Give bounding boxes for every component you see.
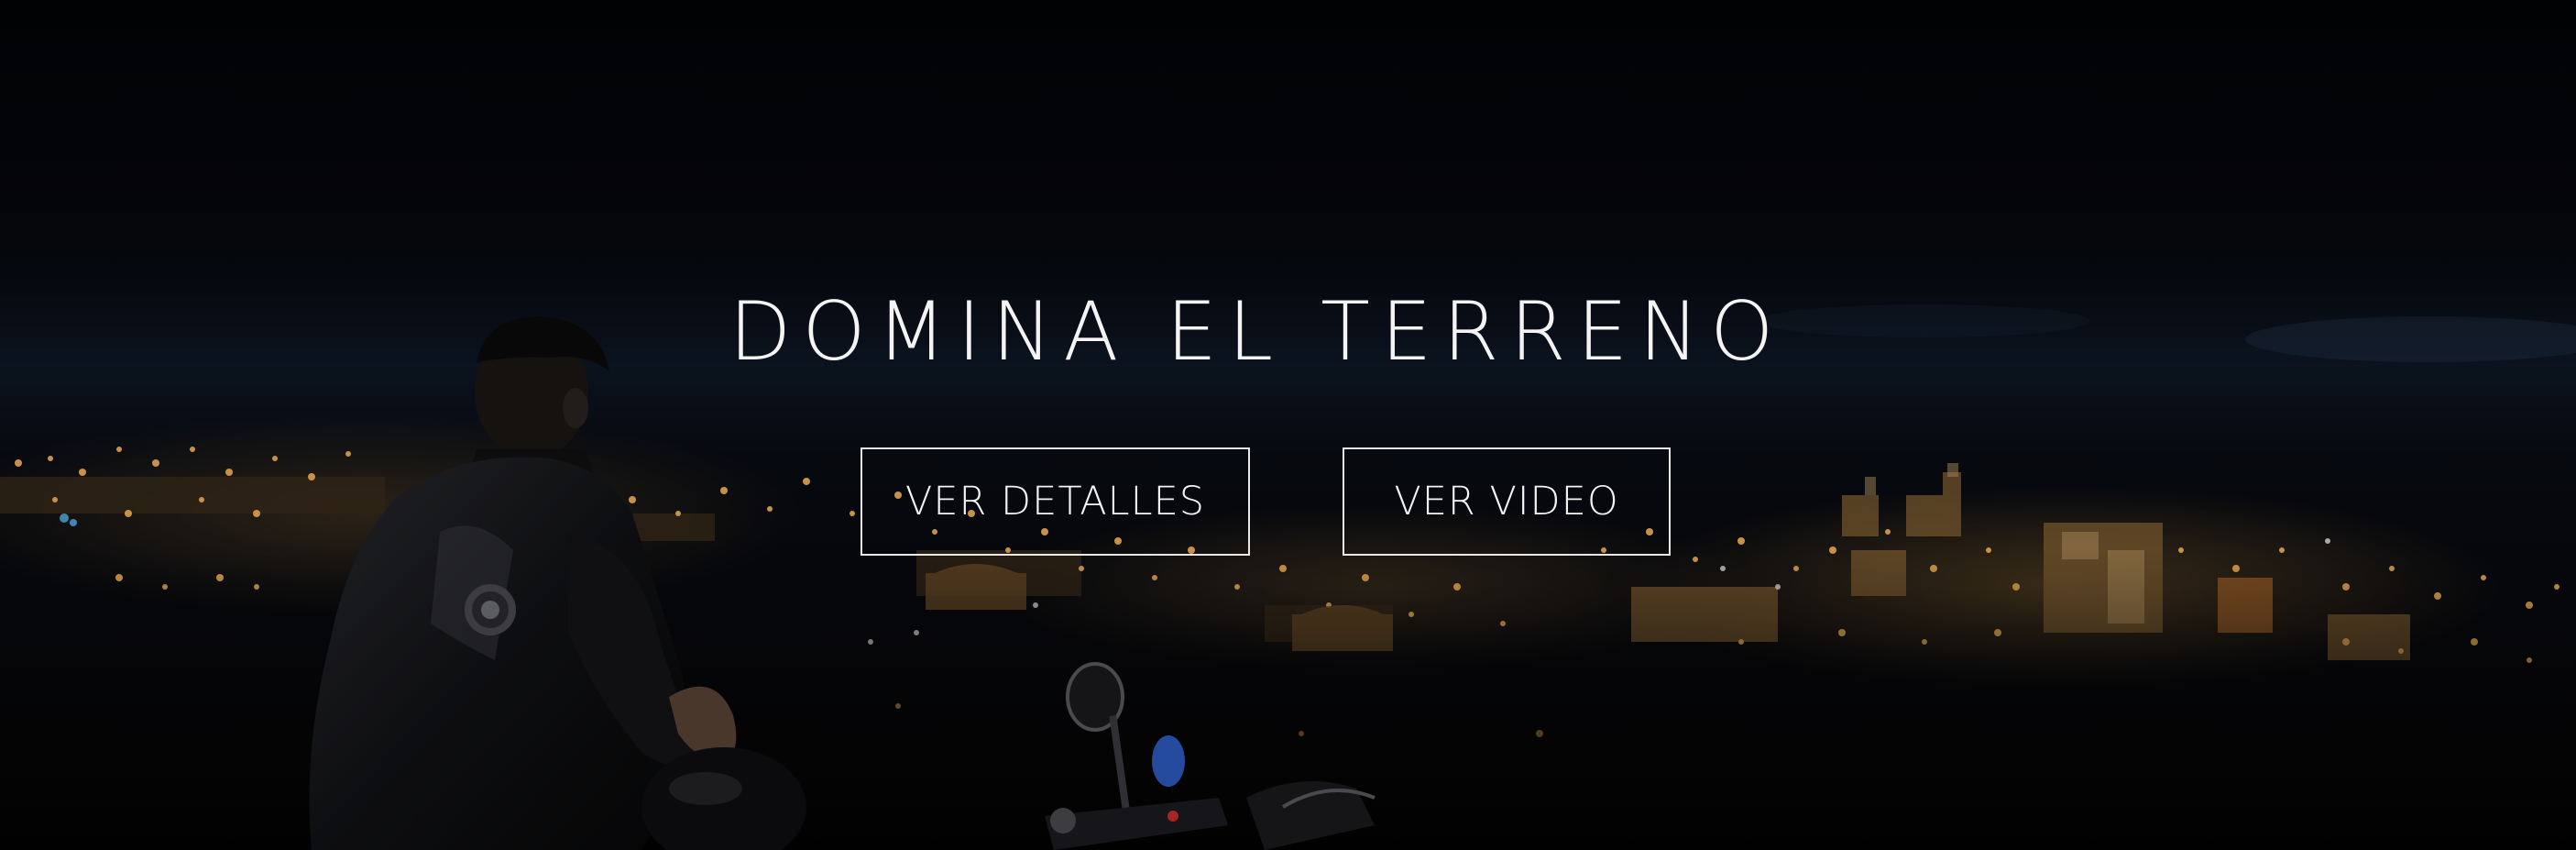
ver-detalles-button[interactable]: VER DETALLES: [860, 447, 1250, 556]
hero-headline: DOMINA EL TERRENO: [729, 284, 1785, 379]
ver-video-button[interactable]: VER VIDEO: [1343, 447, 1671, 556]
hero-dark-overlay: [0, 0, 2576, 850]
hero-section: DOMINA EL TERRENO VER DETALLES VER VIDEO: [0, 0, 2576, 850]
